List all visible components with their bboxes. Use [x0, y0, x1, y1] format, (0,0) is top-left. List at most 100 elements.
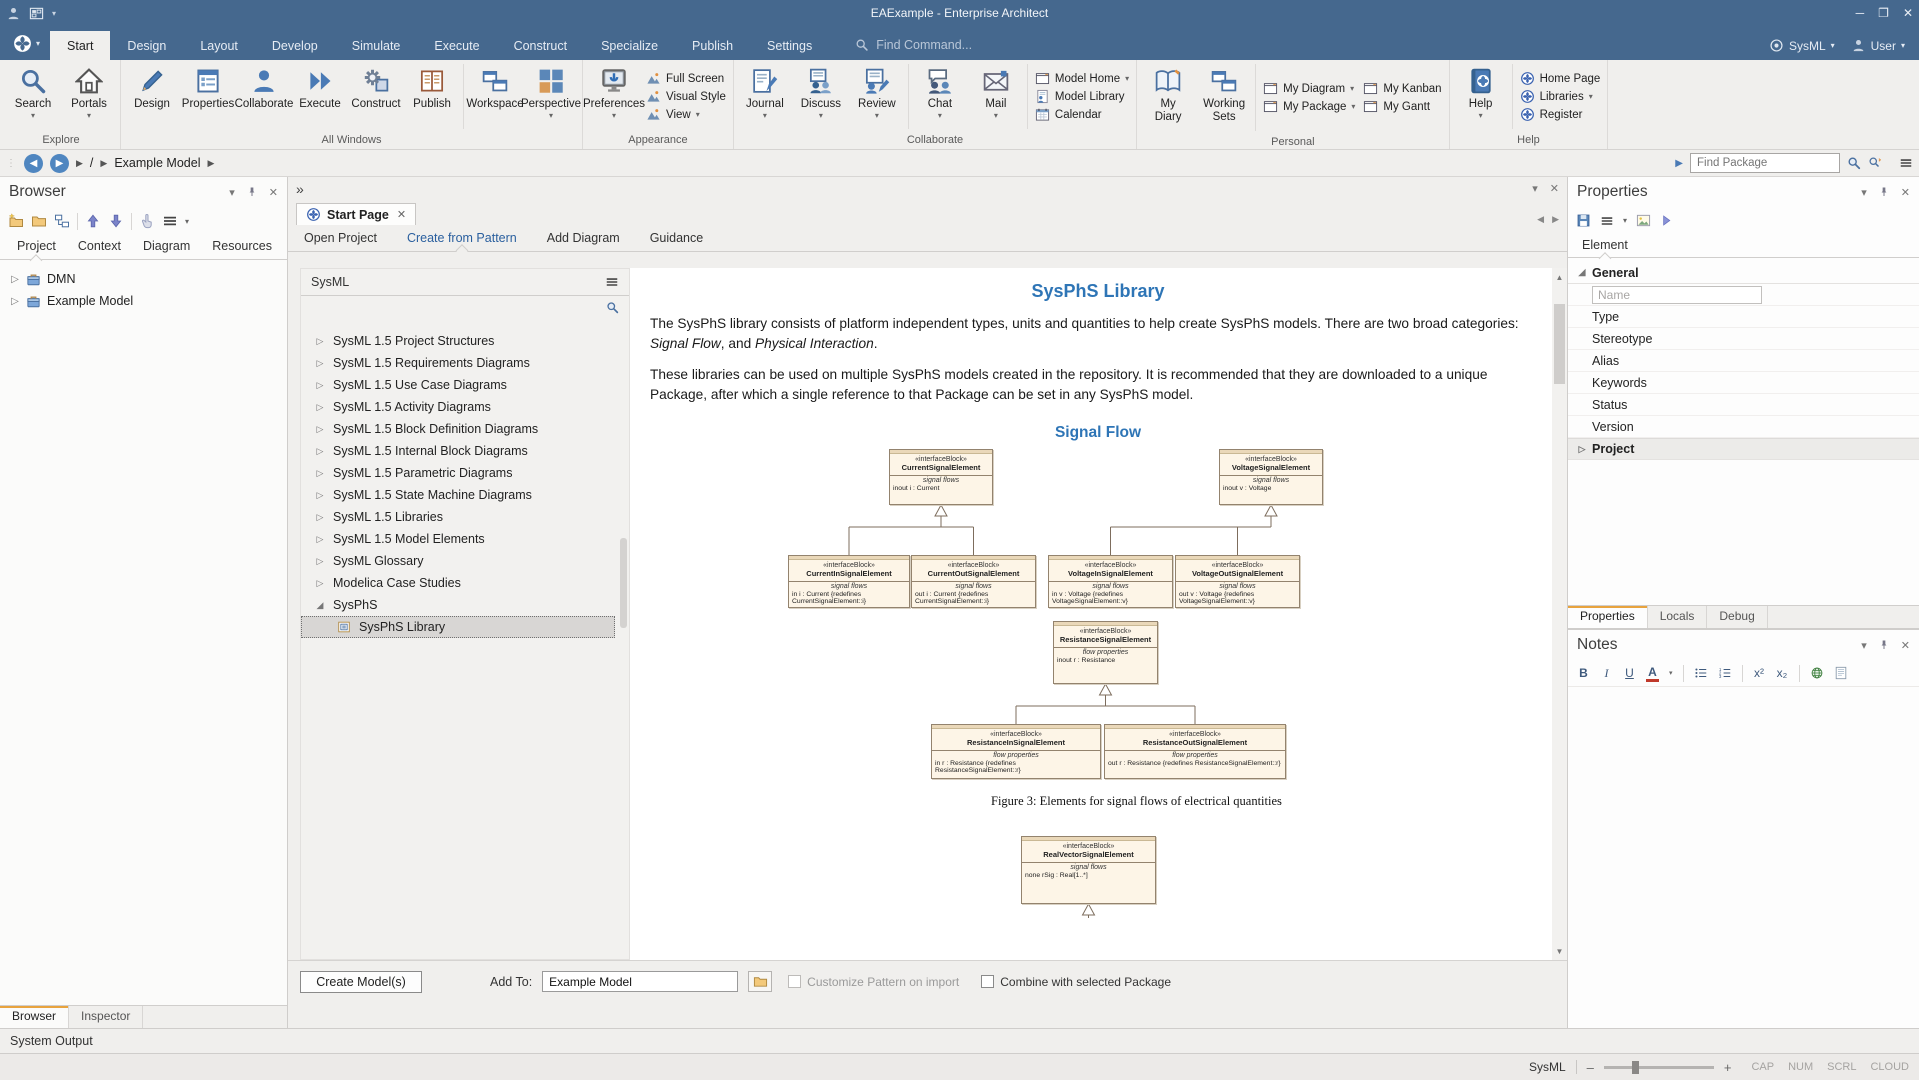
pattern-search-icon[interactable] — [606, 301, 619, 314]
menu-icon[interactable] — [162, 213, 178, 229]
expand-icon[interactable]: ▷ — [315, 556, 325, 567]
ribbon-button-workspace[interactable]: Workspace — [467, 60, 523, 133]
pattern-item-sysml-1-5-parametric-diagrams[interactable]: ▷SysML 1.5 Parametric Diagrams — [301, 462, 629, 484]
expand-icon[interactable]: ▷ — [315, 534, 325, 545]
folder-new-icon[interactable] — [8, 213, 24, 229]
expand-icon[interactable]: ◢ — [1576, 267, 1588, 278]
dock-tab-inspector[interactable]: Inspector — [69, 1006, 143, 1028]
zoom-slider-thumb[interactable] — [1632, 1061, 1639, 1074]
ribbon-button-publish[interactable]: Publish — [404, 60, 460, 133]
properties-element-tab[interactable]: Element — [1572, 234, 1638, 257]
ribbon-button-model-library[interactable]: Model Library — [1035, 89, 1129, 104]
italic-button[interactable]: I — [1600, 666, 1613, 681]
properties-group-project[interactable]: ▷Project — [1568, 438, 1919, 460]
ribbon-button-my-kanban[interactable]: My Kanban — [1363, 81, 1441, 96]
ribbon-tab-simulate[interactable]: Simulate — [335, 31, 418, 60]
save-icon[interactable] — [1576, 213, 1591, 228]
properties-group-general[interactable]: ◢General — [1568, 262, 1919, 284]
expand-arrow-icon[interactable]: ▶ — [1675, 158, 1683, 169]
ribbon-button-mail[interactable]: Mail▾ — [968, 60, 1024, 133]
scrollbar-thumb[interactable] — [1554, 304, 1565, 384]
pattern-item-modelica-case-studies[interactable]: ▷Modelica Case Studies — [301, 572, 629, 594]
ribbon-button-home-page[interactable]: Home Page — [1520, 71, 1601, 86]
ribbon-button-portals[interactable]: Portals▾ — [61, 60, 117, 133]
underline-button[interactable]: U — [1623, 666, 1636, 680]
properties-row-alias[interactable]: Alias — [1568, 350, 1919, 372]
ribbon-tab-settings[interactable]: Settings — [750, 31, 829, 60]
find-package-input[interactable] — [1690, 153, 1840, 173]
expand-icon[interactable]: ▷ — [315, 336, 325, 347]
zoom-in-button[interactable]: + — [1724, 1060, 1732, 1075]
uml-class-VoltageInSignalElement[interactable]: «interfaceBlock»VoltageInSignalElementsi… — [1048, 555, 1173, 608]
ribbon-button-model-home[interactable]: Model Home▾ — [1035, 71, 1129, 86]
expand-icon[interactable]: ▷ — [315, 578, 325, 589]
expand-icon[interactable]: ▷ — [315, 424, 325, 435]
pattern-item-sysml-1-5-use-case-diagrams[interactable]: ▷SysML 1.5 Use Case Diagrams — [301, 374, 629, 396]
hyperlink-button[interactable] — [1810, 666, 1824, 680]
browser-tab-diagram[interactable]: Diagram — [132, 235, 201, 259]
properties-row-type[interactable]: Type — [1568, 306, 1919, 328]
properties-row-version[interactable]: Version — [1568, 416, 1919, 438]
properties-dock-tab-debug[interactable]: Debug — [1707, 606, 1767, 628]
ribbon-button-my-diary[interactable]: My Diary — [1140, 60, 1196, 135]
ribbon-button-search[interactable]: Search▾ — [5, 60, 61, 133]
uml-class-ResistanceInSignalElement[interactable]: «interfaceBlock»ResistanceInSignalElemen… — [931, 724, 1101, 779]
diagram-icon[interactable] — [54, 213, 70, 229]
ribbon-tab-construct[interactable]: Construct — [497, 31, 585, 60]
pattern-item-sysml-glossary[interactable]: ▷SysML Glossary — [301, 550, 629, 572]
menu-dropdown-icon[interactable]: ▾ — [1623, 216, 1627, 225]
uml-class-VoltageSignalElement[interactable]: «interfaceBlock»VoltageSignalElementsign… — [1219, 449, 1323, 505]
uml-class-ResistanceOutSignalElement[interactable]: «interfaceBlock»ResistanceOutSignalEleme… — [1104, 724, 1286, 779]
search-icon[interactable] — [1847, 156, 1861, 170]
ribbon-button-view[interactable]: View▾ — [646, 107, 726, 122]
arrow-down-icon[interactable] — [108, 213, 124, 229]
ribbon-tab-design[interactable]: Design — [110, 31, 183, 60]
uml-class-VoltageOutSignalElement[interactable]: «interfaceBlock»VoltageOutSignalElements… — [1175, 555, 1300, 608]
topbar-user-badge[interactable]: User▾ — [1851, 38, 1905, 53]
ribbon-button-libraries[interactable]: Libraries▾ — [1520, 89, 1601, 104]
document-scrollbar[interactable]: ▲ ▼ — [1552, 268, 1567, 960]
create-models-button[interactable]: Create Model(s) — [300, 971, 422, 993]
minimize-button[interactable]: ─ — [1856, 6, 1865, 20]
expand-icon[interactable]: ▷ — [315, 490, 325, 501]
dropdown-icon[interactable]: ▾ — [1669, 669, 1673, 677]
breadcrumb-chevron-icon[interactable]: ▶ — [100, 158, 107, 169]
pattern-item-sysml-1-5-requirements-diagrams[interactable]: ▷SysML 1.5 Requirements Diagrams — [301, 352, 629, 374]
ribbon-button-execute[interactable]: Execute — [292, 60, 348, 133]
uml-class-CurrentOutSignalElement[interactable]: «interfaceBlock»CurrentOutSignalElements… — [911, 555, 1036, 608]
ribbon-button-journal[interactable]: Journal▾ — [737, 60, 793, 133]
notes-editor[interactable] — [1568, 687, 1919, 1028]
breadcrumb-chevron-icon[interactable]: ▶ — [76, 158, 83, 169]
breadcrumb-chevron-icon[interactable]: ▶ — [207, 158, 214, 169]
search-options-icon[interactable] — [1868, 156, 1882, 170]
ribbon-button-register[interactable]: Register — [1520, 107, 1601, 122]
ribbon-button-visual-style[interactable]: Visual Style — [646, 89, 726, 104]
expand-icon[interactable]: ▷ — [1576, 444, 1588, 455]
scroll-down-icon[interactable]: ▼ — [1556, 944, 1564, 958]
number-list-button[interactable]: 123 — [1718, 666, 1732, 680]
ribbon-button-properties[interactable]: Properties — [180, 60, 236, 133]
ribbon-button-perspective[interactable]: Perspective▾ — [523, 60, 579, 133]
ribbon-button-help[interactable]: Help▾ — [1453, 60, 1509, 133]
panel-dropdown-icon[interactable]: ▾ — [1861, 186, 1867, 199]
expand-icon[interactable]: ▷ — [315, 358, 325, 369]
properties-dock-tab-properties[interactable]: Properties — [1568, 606, 1648, 628]
element-image-icon[interactable] — [1636, 213, 1651, 228]
subnav-add-diagram[interactable]: Add Diagram — [547, 231, 620, 245]
ribbon-button-full-screen[interactable]: Full Screen — [646, 71, 726, 86]
subnav-guidance[interactable]: Guidance — [650, 231, 704, 245]
browser-tab-project[interactable]: Project — [6, 235, 67, 259]
system-output-bar[interactable]: System Output — [0, 1028, 1919, 1053]
panel-pin-icon[interactable] — [1878, 186, 1890, 198]
ribbon-button-design[interactable]: Design — [124, 60, 180, 133]
ribbon-tab-publish[interactable]: Publish — [675, 31, 750, 60]
pattern-item-sysml-1-5-internal-block-diagrams[interactable]: ▷SysML 1.5 Internal Block Diagrams — [301, 440, 629, 462]
new-note-button[interactable] — [1834, 666, 1848, 680]
uml-class-ResistanceSignalElement[interactable]: «interfaceBlock»ResistanceSignalElementf… — [1053, 621, 1158, 684]
expand-icon[interactable]: ▷ — [315, 446, 325, 457]
ribbon-button-my-package[interactable]: My Package▾ — [1263, 99, 1355, 114]
expand-icon[interactable]: ◢ — [315, 600, 325, 611]
expand-icon[interactable]: ▷ — [315, 380, 325, 391]
panel-close-icon[interactable]: ✕ — [269, 186, 278, 199]
quick-access-window-icon[interactable] — [29, 6, 44, 21]
